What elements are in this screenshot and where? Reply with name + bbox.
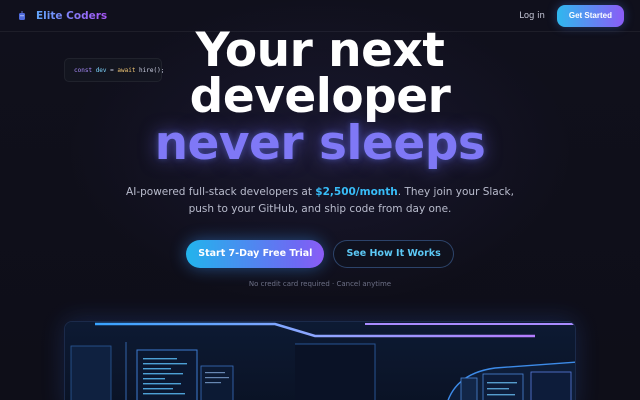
nav-actions: Log in Get Started: [519, 4, 624, 27]
code-operator: =: [106, 67, 118, 74]
code-await: await: [117, 67, 136, 74]
robot-icon: [16, 10, 28, 22]
get-started-button[interactable]: Get Started: [556, 4, 624, 27]
brand[interactable]: Elite Coders: [16, 10, 107, 22]
login-link[interactable]: Log in: [519, 11, 545, 21]
subtitle-text-start: AI-powered full-stack developers at: [126, 186, 316, 198]
hero-headline: Your next developer never sleeps: [0, 27, 640, 171]
code-keyword: const: [74, 67, 93, 74]
hero-illustration: [64, 321, 576, 400]
cta-row: Start 7-Day Free Trial See How It Works: [0, 240, 640, 268]
price-highlight: $2,500/month: [315, 186, 398, 198]
start-free-trial-button[interactable]: Start 7-Day Free Trial: [186, 240, 325, 268]
code-call: hire();: [135, 67, 165, 74]
see-how-it-works-button[interactable]: See How It Works: [333, 240, 454, 268]
code-variable: dev: [95, 67, 107, 74]
brand-name: Elite Coders: [36, 9, 108, 22]
code-snippet-chip: const dev = await hire();: [64, 58, 165, 82]
headline-line-3: never sleeps: [154, 116, 486, 171]
hero-subtitle: AI-powered full-stack developers at $2,5…: [120, 184, 520, 218]
top-navbar: Elite Coders Log in Get Started: [0, 0, 640, 32]
trial-note: No credit card required · Cancel anytime: [248, 280, 392, 288]
